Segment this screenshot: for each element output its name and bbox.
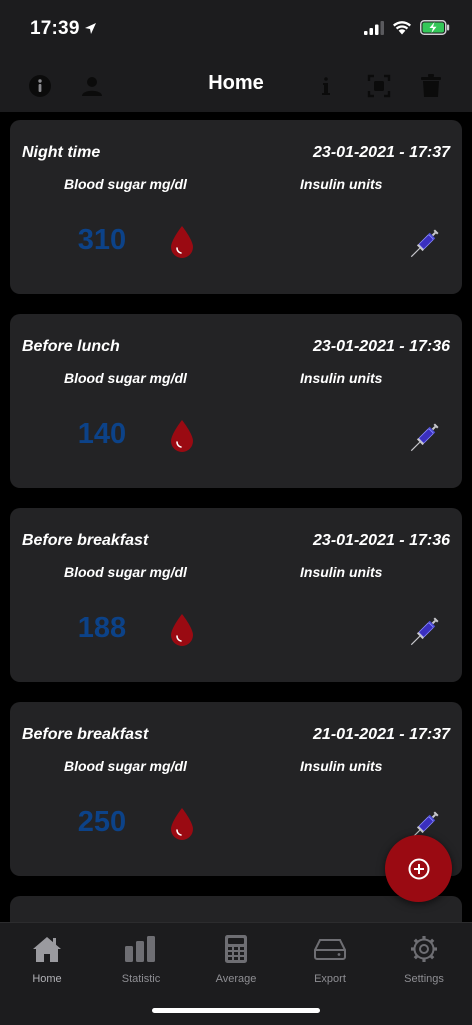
cellular-signal-icon — [364, 20, 384, 35]
syringe-icon — [410, 229, 439, 258]
battery-charging-icon — [420, 20, 450, 35]
blood-sugar-label: Blood sugar mg/dl — [64, 758, 187, 774]
add-entry-button[interactable] — [385, 835, 452, 902]
plus-circle-icon — [408, 858, 429, 879]
calculator-icon — [225, 935, 247, 963]
trash-icon — [421, 74, 441, 97]
insulin-label: Insulin units — [300, 370, 383, 386]
blood-drop-icon — [171, 226, 193, 258]
blood-sugar-value: 140 — [77, 418, 127, 450]
nav-bar: Home — [0, 60, 472, 112]
entry-period: Before breakfast — [22, 726, 149, 743]
tab-statistic[interactable]: Statistic — [101, 933, 181, 985]
blood-sugar-value: 188 — [77, 612, 127, 644]
blood-sugar-value: 310 — [77, 224, 127, 256]
entry-datetime: 23-01-2021 - 17:36 — [313, 532, 450, 549]
insulin-label: Insulin units — [300, 176, 383, 192]
location-arrow-icon — [85, 23, 96, 34]
screenshot-button[interactable] — [365, 72, 393, 100]
tab-label: Average — [215, 973, 257, 985]
home-indicator[interactable] — [152, 1008, 320, 1013]
entry-datetime: 21-01-2021 - 17:37 — [313, 726, 450, 743]
blood-sugar-label: Blood sugar mg/dl — [64, 176, 187, 192]
scan-icon — [367, 74, 391, 98]
blood-drop-icon — [171, 808, 193, 840]
bar-chart-icon — [125, 936, 155, 962]
entry-list[interactable]: Night time 23-01-2021 - 17:37 Blood suga… — [0, 112, 472, 922]
status-time: 17:39 — [30, 18, 80, 39]
entry-period: Before lunch — [22, 338, 120, 355]
entry-card[interactable]: Night time 23-01-2021 - 17:37 Blood suga… — [10, 120, 462, 294]
tab-label: Home — [32, 973, 62, 985]
tab-label: Export — [314, 973, 346, 985]
entry-datetime: 23-01-2021 - 17:36 — [313, 338, 450, 355]
house-icon — [33, 937, 61, 962]
tab-export[interactable]: Export — [290, 933, 370, 985]
tab-label: Statistic — [121, 973, 161, 985]
syringe-icon — [410, 423, 439, 452]
blood-sugar-label: Blood sugar mg/dl — [64, 564, 187, 580]
delete-button[interactable] — [417, 72, 445, 100]
tab-settings[interactable]: Settings — [384, 933, 464, 985]
blood-drop-icon — [171, 614, 193, 646]
entry-datetime: 23-01-2021 - 17:37 — [313, 144, 450, 161]
tab-average[interactable]: Average — [196, 933, 276, 985]
blood-sugar-value: 250 — [77, 806, 127, 838]
info-icon — [322, 77, 330, 95]
entry-period: Before breakfast — [22, 532, 149, 549]
blood-sugar-label: Blood sugar mg/dl — [64, 370, 187, 386]
tab-home[interactable]: Home — [7, 933, 87, 985]
syringe-icon — [410, 617, 439, 646]
page-title: Home — [208, 72, 264, 94]
entry-period: Night time — [22, 144, 101, 161]
entry-card[interactable] — [10, 896, 462, 922]
tab-label: Settings — [404, 973, 444, 985]
insulin-label: Insulin units — [300, 758, 383, 774]
entry-card[interactable]: Before lunch 23-01-2021 - 17:36 Blood su… — [10, 314, 462, 488]
status-bar: 17:39 — [0, 0, 472, 60]
insulin-label: Insulin units — [300, 564, 383, 580]
entry-card[interactable]: Before breakfast 23-01-2021 - 17:36 Bloo… — [10, 508, 462, 682]
gear-icon — [411, 936, 437, 962]
about-button[interactable] — [312, 72, 340, 100]
blood-drop-icon — [171, 420, 193, 452]
hard-drive-icon — [314, 939, 346, 960]
wifi-icon — [393, 21, 411, 35]
